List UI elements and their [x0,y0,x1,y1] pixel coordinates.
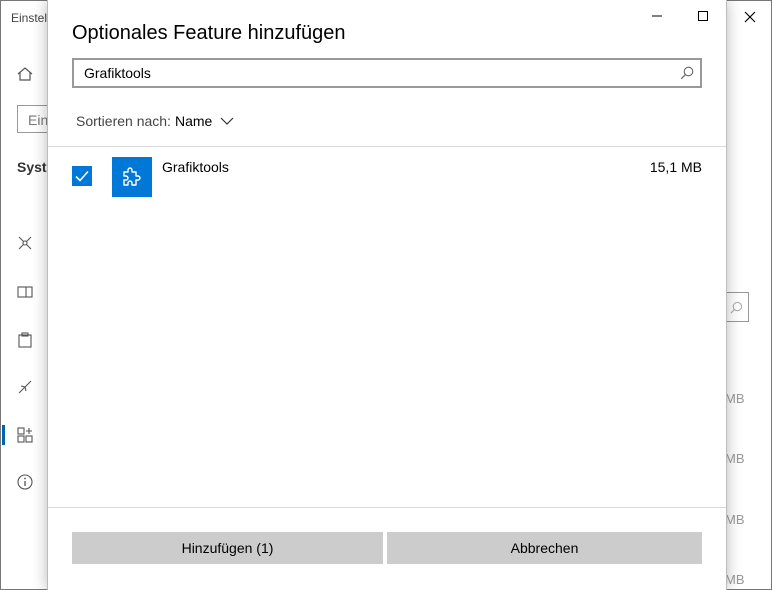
sort-value: Name [174,113,213,129]
settings-close-button[interactable] [737,5,763,29]
chevron-down-icon [220,116,234,126]
cancel-button[interactable]: Abbrechen [387,532,702,564]
clipboard-icon[interactable] [15,330,35,350]
sort-label: Sortieren nach: [76,113,171,129]
feature-size: 15,1 MB [649,159,702,175]
feature-size: MB [725,391,745,406]
feature-size: MB [725,451,745,466]
add-button[interactable]: Hinzufügen (1) [72,532,383,564]
dialog-footer: Hinzufügen (1) Abbrechen [48,508,726,590]
checkmark-icon [75,170,89,182]
feature-size: MB [725,512,745,527]
feature-search-input[interactable]: Grafiktools [72,58,702,88]
feature-size: MB [725,572,745,587]
feature-checkbox[interactable] [72,166,92,186]
search-icon [730,301,743,313]
search-icon[interactable] [680,66,694,80]
settings-section-heading: System [17,159,49,175]
active-nav-indicator [2,425,5,445]
close-icon [744,11,756,23]
maximize-button[interactable] [680,0,726,32]
add-optional-feature-dialog: Optionales Feature hinzufügen Grafiktool… [47,0,727,590]
settings-search-placeholder: Einstellung suchen [28,112,48,128]
optional-features-icon[interactable] [15,425,35,445]
search-value: Grafiktools [84,65,151,81]
settings-window-title: Einstellungen [11,11,47,25]
dialog-title: Optionales Feature hinzufügen [72,22,346,44]
feature-name: Grafiktools [162,159,229,175]
home-icon[interactable] [15,64,35,84]
minimize-icon [652,15,662,17]
network-icon[interactable] [15,233,35,253]
sort-dropdown[interactable]: Sortieren nach: Name [76,113,234,129]
display-icon[interactable] [15,282,35,302]
remote-icon[interactable] [15,377,35,397]
features-search-input[interactable] [725,292,749,322]
minimize-button[interactable] [634,0,680,32]
feature-list-item[interactable]: Grafiktools 15,1 MB [48,148,726,204]
maximize-icon [698,11,708,21]
info-icon[interactable] [15,472,35,492]
puzzle-icon [112,157,152,197]
divider [48,146,726,147]
